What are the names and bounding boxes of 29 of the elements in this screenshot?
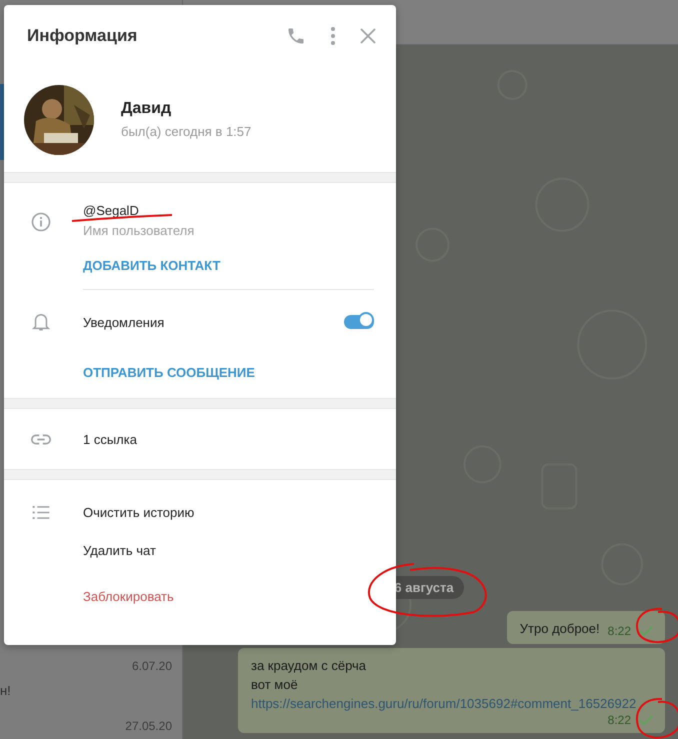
send-message-link[interactable]: ОТПРАВИТЬ СООБЩЕНИЕ [83, 364, 255, 380]
message-time: 8:22 [608, 713, 631, 727]
phone-icon[interactable] [286, 26, 306, 46]
menu-action[interactable]: Очистить историю [83, 504, 194, 520]
close-icon[interactable] [360, 28, 376, 44]
notifications-toggle[interactable] [344, 315, 374, 329]
chat-date: 27.05.20 [125, 718, 173, 733]
last-seen-status: был(а) сегодня в 1:57 [121, 124, 252, 139]
list-icon [30, 506, 52, 518]
shared-links-item[interactable]: 1 ссылка [83, 432, 137, 446]
message-text: вот моё [251, 676, 299, 694]
username: @SegalD [83, 203, 140, 218]
info-icon [30, 212, 52, 232]
contact-name: Давид [121, 100, 172, 118]
notifications-label: Уведомления [83, 314, 166, 330]
bell-icon [30, 312, 52, 332]
dialog-title: Информация [27, 26, 138, 46]
menu-action[interactable]: Удалить чат [83, 542, 156, 558]
chat-date: 6.07.20 [132, 658, 173, 673]
message-text: Утро доброе! [520, 620, 600, 638]
chat-preview: н! [0, 683, 11, 698]
message-link[interactable]: https://searchengines.guru/ru/forum/1035692#comment_16526922 [251, 694, 651, 713]
menu-action[interactable]: Заблокировать [83, 588, 174, 604]
message-text: за краудом с сёрча [251, 657, 368, 675]
username-label: Имя пользователя [83, 223, 196, 238]
link-icon [30, 434, 52, 444]
more-icon[interactable] [330, 26, 336, 46]
message-time: 8:22 [608, 624, 631, 638]
add-contact-link[interactable]: ДОБАВИТЬ КОНТАКТ [83, 258, 220, 273]
